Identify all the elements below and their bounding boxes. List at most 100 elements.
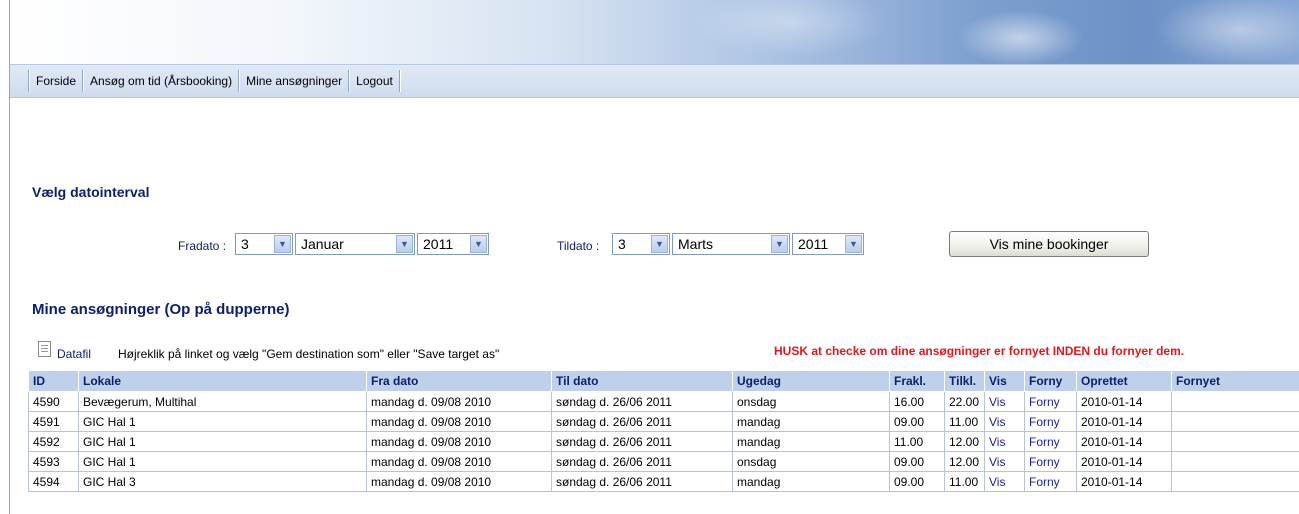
- show-bookings-button[interactable]: Vis mine bookinger: [949, 231, 1149, 257]
- col-id-cell: 4593: [28, 451, 79, 472]
- chevron-down-icon: ▼: [470, 235, 487, 253]
- nav-item-mine-ansogninger[interactable]: Mine ansøgninger: [240, 74, 348, 88]
- col-oprettet-cell: 2010-01-14: [1076, 411, 1172, 432]
- col-fornyet-cell: [1171, 471, 1299, 492]
- col-fra-dato-cell: mandag d. 09/08 2010: [366, 391, 552, 412]
- col-frakl-cell: 11.00: [889, 431, 945, 452]
- col-fornyet-cell: [1171, 431, 1299, 452]
- date-interval-heading: Vælg datointerval: [32, 184, 150, 200]
- col-lokale-cell: GIC Hal 1: [78, 431, 367, 452]
- chevron-down-icon: ▼: [845, 235, 862, 253]
- col-fra-dato-header: Fra dato: [366, 370, 552, 392]
- vis-link[interactable]: Vis: [984, 471, 1025, 492]
- col-tilkl-cell: 12.00: [944, 431, 985, 452]
- col-id-cell: 4592: [28, 431, 79, 452]
- col-fornyet-header: Fornyet: [1171, 370, 1299, 392]
- from-day-select[interactable]: 3 ▼: [235, 233, 293, 255]
- col-tilkl-cell: 11.00: [944, 411, 985, 432]
- col-til-dato-header: Til dato: [551, 370, 733, 392]
- col-til-dato-cell: søndag d. 26/06 2011: [551, 431, 733, 452]
- col-til-dato-cell: søndag d. 26/06 2011: [551, 451, 733, 472]
- table-row: 4591 GIC Hal 1 mandag d. 09/08 2010 søndag …: [28, 411, 1299, 432]
- col-lokale-cell: Bevægerum, Multihal: [78, 391, 367, 412]
- col-frakl-header: Frakl.: [889, 370, 945, 392]
- col-til-dato-cell: søndag d. 26/06 2011: [551, 391, 733, 412]
- forny-link[interactable]: Forny: [1024, 451, 1077, 472]
- col-tilkl-header: Tilkl.: [944, 370, 985, 392]
- col-lokale-cell: GIC Hal 1: [78, 411, 367, 432]
- col-oprettet-cell: 2010-01-14: [1076, 451, 1172, 472]
- datafil-link[interactable]: Datafil: [57, 347, 91, 361]
- to-day-value: 3: [618, 236, 626, 252]
- col-id-cell: 4594: [28, 471, 79, 492]
- from-month-select[interactable]: Januar ▼: [295, 233, 415, 255]
- vis-link[interactable]: Vis: [984, 451, 1025, 472]
- col-fra-dato-cell: mandag d. 09/08 2010: [366, 451, 552, 472]
- from-year-value: 2011: [423, 236, 454, 252]
- col-oprettet-cell: 2010-01-14: [1076, 391, 1172, 412]
- col-lokale-cell: GIC Hal 1: [78, 451, 367, 472]
- col-id-cell: 4590: [28, 391, 79, 412]
- col-lokale-header: Lokale: [78, 370, 367, 392]
- col-fornyet-cell: [1171, 451, 1299, 472]
- to-year-select[interactable]: 2011 ▼: [792, 233, 864, 255]
- col-tilkl-cell: 11.00: [944, 471, 985, 492]
- col-vis-header: Vis: [984, 370, 1025, 392]
- forny-link[interactable]: Forny: [1024, 391, 1077, 412]
- col-tilkl-cell: 22.00: [944, 391, 985, 412]
- col-ugedag-header: Ugedag: [732, 370, 890, 392]
- forny-link[interactable]: Forny: [1024, 411, 1077, 432]
- col-fra-dato-cell: mandag d. 09/08 2010: [366, 431, 552, 452]
- table-row: 4594 GIC Hal 3 mandag d. 09/08 2010 søndag …: [28, 471, 1299, 492]
- col-id-header: ID: [28, 370, 79, 392]
- col-frakl-cell: 09.00: [889, 411, 945, 432]
- table-row: 4590 Bevægerum, Multihal mandag d. 09/08 2…: [28, 391, 1299, 412]
- chevron-down-icon: ▼: [651, 235, 668, 253]
- col-forny-header: Forny: [1024, 370, 1077, 392]
- renewal-warning: HUSK at checke om dine ansøgninger er fo…: [774, 344, 1185, 358]
- table-row: 4593 GIC Hal 1 mandag d. 09/08 2010 søndag …: [28, 451, 1299, 472]
- from-year-select[interactable]: 2011 ▼: [417, 233, 489, 255]
- col-oprettet-cell: 2010-01-14: [1076, 431, 1172, 452]
- chevron-down-icon: ▼: [274, 235, 291, 253]
- download-hint: Højreklik på linket og vælg "Gem destina…: [118, 347, 500, 361]
- col-oprettet-cell: 2010-01-14: [1076, 471, 1172, 492]
- col-frakl-cell: 09.00: [889, 451, 945, 472]
- nav-item-ansog-om-tid[interactable]: Ansøg om tid (Årsbooking): [84, 74, 238, 88]
- col-id-cell: 4591: [28, 411, 79, 432]
- chevron-down-icon: ▼: [396, 235, 413, 253]
- table-row: 4592 GIC Hal 1 mandag d. 09/08 2010 søndag …: [28, 431, 1299, 452]
- page: Forside Ansøg om tid (Årsbooking) Mine a…: [9, 0, 1299, 514]
- file-icon: [38, 341, 51, 357]
- to-year-value: 2011: [798, 236, 829, 252]
- applications-heading: Mine ansøgninger (Op på dupperne): [32, 301, 290, 318]
- nav-item-forside[interactable]: Forside: [30, 74, 82, 88]
- col-frakl-cell: 09.00: [889, 471, 945, 492]
- to-month-value: Marts: [678, 236, 713, 252]
- col-ugedag-cell: mandag: [732, 411, 890, 432]
- to-date-label: Tildato :: [557, 239, 600, 253]
- col-fra-dato-cell: mandag d. 09/08 2010: [366, 411, 552, 432]
- to-day-select[interactable]: 3 ▼: [612, 233, 670, 255]
- col-fornyet-cell: [1171, 411, 1299, 432]
- forny-link[interactable]: Forny: [1024, 431, 1077, 452]
- vis-link[interactable]: Vis: [984, 411, 1025, 432]
- nav-separator: [398, 70, 401, 92]
- nav-item-logout[interactable]: Logout: [350, 74, 399, 88]
- to-month-select[interactable]: Marts ▼: [672, 233, 790, 255]
- chevron-down-icon: ▼: [771, 235, 788, 253]
- col-fornyet-cell: [1171, 391, 1299, 412]
- vis-link[interactable]: Vis: [984, 391, 1025, 412]
- table-header-row: ID Lokale Fra dato Til dato Ugedag Frakl. Tilk…: [28, 370, 1299, 392]
- col-lokale-cell: GIC Hal 3: [78, 471, 367, 492]
- col-til-dato-cell: søndag d. 26/06 2011: [551, 411, 733, 432]
- col-ugedag-cell: onsdag: [732, 451, 890, 472]
- forny-link[interactable]: Forny: [1024, 471, 1077, 492]
- col-tilkl-cell: 12.00: [944, 451, 985, 472]
- col-frakl-cell: 16.00: [889, 391, 945, 412]
- nav-bar: Forside Ansøg om tid (Årsbooking) Mine a…: [10, 64, 1299, 98]
- col-ugedag-cell: onsdag: [732, 391, 890, 412]
- from-date-label: Fradato :: [178, 239, 227, 253]
- vis-link[interactable]: Vis: [984, 431, 1025, 452]
- header-banner: [10, 0, 1299, 64]
